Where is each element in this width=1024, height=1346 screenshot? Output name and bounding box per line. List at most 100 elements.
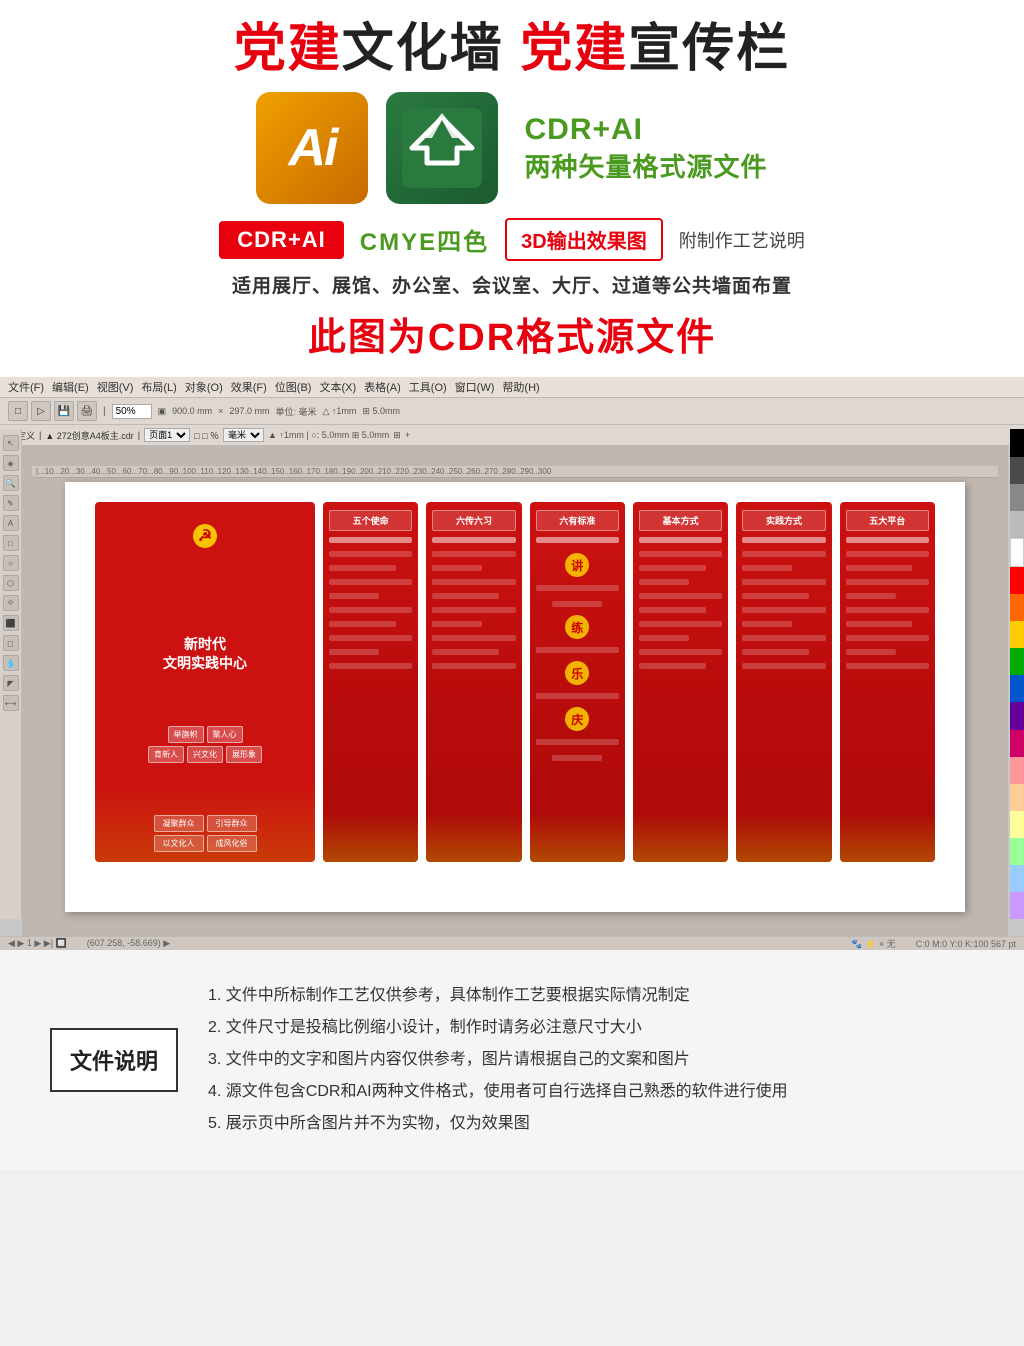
format-line1: CDR+AI (524, 113, 767, 147)
palette-black[interactable] (1010, 429, 1024, 456)
tool-blend[interactable]: ⟷ (3, 695, 19, 711)
tb-open[interactable]: ▷ (31, 401, 51, 421)
color-palette[interactable] (1010, 429, 1024, 919)
software-preview: 文件(F) 编辑(E) 视图(V) 布局(L) 对象(O) 效果(F) 位图(B… (0, 377, 1024, 950)
palette-light-green[interactable] (1010, 838, 1024, 865)
palette-purple[interactable] (1010, 702, 1024, 729)
bottom-buttons: 凝聚群众 引导群众 以文化人 成风化俗 (107, 815, 303, 852)
side-panel-1: 五个使命 (323, 502, 418, 862)
tag-craft: 附制作工艺说明 (679, 227, 805, 253)
palette-pink[interactable] (1010, 730, 1024, 757)
menu-table[interactable]: 表格(A) (364, 379, 401, 395)
tool-transparency[interactable]: ◻ (3, 635, 19, 651)
software-menubar[interactable]: 文件(F) 编辑(E) 视图(V) 布局(L) 对象(O) 效果(F) 位图(B… (0, 377, 1024, 398)
tag-cdr-ai: CDR+AI (219, 221, 344, 259)
side-panel-2: 六传六习 (426, 502, 521, 862)
tag-zhanxingxiang: 展形象 (226, 746, 262, 763)
icon-jiang: 讲 (565, 553, 589, 577)
palette-yellow[interactable] (1010, 621, 1024, 648)
menu-edit[interactable]: 编辑(E) (52, 379, 89, 395)
menu-effect[interactable]: 效果(F) (231, 379, 267, 395)
tag-juren: 聚人心 (207, 726, 243, 743)
title-mid-1: 文化墙 (342, 20, 520, 78)
panel-header-4: 基本方式 (639, 510, 722, 531)
palette-orange[interactable] (1010, 594, 1024, 621)
tag-3d: 3D输出效果图 (505, 218, 663, 261)
btn-yindao: 引导群众 (207, 815, 257, 832)
notes-section: 文件说明 1. 文件中所标制作工艺仅供参考，具体制作工艺要根据实际情况制定 2.… (0, 950, 1024, 1170)
palette-peach[interactable] (1010, 784, 1024, 811)
palette-sky[interactable] (1010, 865, 1024, 892)
status-coords: (607.258, -58.669) ▶ (87, 938, 170, 949)
tb-new[interactable]: □ (8, 401, 28, 421)
tool-eyedropper[interactable]: 💧 (3, 655, 19, 671)
palette-white[interactable] (1010, 538, 1024, 567)
menu-help[interactable]: 帮助(H) (502, 379, 539, 395)
palette-light-yellow[interactable] (1010, 811, 1024, 838)
menu-view[interactable]: 视图(V) (97, 379, 134, 395)
side-panel-5: 实践方式 (736, 502, 831, 862)
menu-bitmap[interactable]: 位图(B) (275, 379, 312, 395)
icon-qing: 庆 (565, 707, 589, 731)
main-panel-title: 新时代 文明实践中心 (163, 635, 247, 674)
tool-rect[interactable]: □ (3, 535, 19, 551)
menu-text[interactable]: 文本(X) (319, 379, 356, 395)
top-section: 党建文化墙 党建宣传栏 Ai CDR+AI 两种矢量格式源文件 CDR+AI C… (0, 0, 1024, 377)
tool-node[interactable]: ◈ (3, 455, 19, 471)
format-text: CDR+AI 两种矢量格式源文件 (524, 113, 767, 184)
tool-shadow[interactable]: ◤ (3, 675, 19, 691)
tag-yuxinren: 育新人 (148, 746, 184, 763)
big-red-text: 此图为CDR格式源文件 (40, 306, 984, 361)
title-mid-2: 宣传栏 (628, 20, 790, 78)
notes-label: 文件说明 (50, 1028, 178, 1092)
subtitle-line: 适用展厅、展馆、办公室、会议室、大厅、过道等公共墙面布置 (40, 271, 984, 298)
menu-tools[interactable]: 工具(O) (409, 379, 447, 395)
palette-green[interactable] (1010, 648, 1024, 675)
icon-lian: 练 (565, 615, 589, 639)
cdr-icon (386, 92, 498, 204)
palette-blue[interactable] (1010, 675, 1024, 702)
panel-header-6: 五大平台 (846, 510, 929, 531)
tool-freehand[interactable]: ✎ (3, 495, 19, 511)
mini-tags: 举旗帜 聚人心 (107, 726, 303, 743)
zoom-input[interactable] (112, 404, 152, 419)
tool-ellipse[interactable]: ○ (3, 555, 19, 571)
side-panel-4: 基本方式 (633, 502, 728, 862)
panel-header-5: 实践方式 (742, 510, 825, 531)
tool-smart[interactable]: ⟐ (3, 595, 19, 611)
page-dropdown[interactable]: 页面1 (144, 428, 190, 442)
palette-light-pink[interactable] (1010, 757, 1024, 784)
palette-red[interactable] (1010, 567, 1024, 594)
note-item-4: 4. 源文件包含CDR和AI两种文件格式，使用者可自行选择自己熟悉的软件进行使用 (208, 1076, 974, 1108)
menu-layout[interactable]: 布局(L) (141, 379, 176, 395)
main-design-panel: ☭ 新时代 文明实践中心 举旗帜 聚人心 (95, 502, 315, 862)
palette-gray[interactable] (1010, 484, 1024, 511)
mini-tags2: 育新人 兴文化 展形象 (107, 746, 303, 763)
tool-text[interactable]: A (3, 515, 19, 531)
tool-polygon[interactable]: ⬡ (3, 575, 19, 591)
panel-header-1: 五个使命 (329, 510, 412, 531)
tool-zoom[interactable]: 🔍 (3, 475, 19, 491)
side-panel-6: 五大平台 (840, 502, 935, 862)
note-item-1: 1. 文件中所标制作工艺仅供参考，具体制作工艺要根据实际情况制定 (208, 980, 974, 1012)
palette-dark[interactable] (1010, 457, 1024, 484)
btn-chengfeng: 成风化俗 (207, 835, 257, 852)
menu-window[interactable]: 窗口(W) (455, 379, 495, 395)
software-toolbar: □ ▷ 💾 🖨 | ▣ 900.0 mm × 297.0 mm 单位: 毫米 △… (0, 398, 1024, 425)
tb-save[interactable]: 💾 (54, 401, 74, 421)
toolbar-icons: □ ▷ 💾 🖨 (8, 401, 97, 421)
unit-dropdown[interactable]: 毫米 (223, 428, 264, 442)
party-symbol-area: ☭ (175, 522, 235, 582)
note-item-2: 2. 文件尺寸是投稿比例缩小设计，制作时请务必注意尺寸大小 (208, 1012, 974, 1044)
palette-lavender[interactable] (1010, 892, 1024, 919)
svg-text:☭: ☭ (198, 528, 212, 545)
menu-object[interactable]: 对象(O) (185, 379, 223, 395)
tb-print[interactable]: 🖨 (77, 401, 97, 421)
software-tools-sidebar: ↖ ◈ 🔍 ✎ A □ ○ ⬡ ⟐ ⬛ ◻ 💧 ◤ ⟷ (0, 429, 22, 919)
tool-fill[interactable]: ⬛ (3, 615, 19, 631)
palette-light-gray[interactable] (1010, 511, 1024, 538)
menu-file[interactable]: 文件(F) (8, 379, 44, 395)
software-statusbar: ◀ ▶ 1 ▶ ▶| 🔲 (607.258, -58.669) ▶ 🐾 ⚡ × … (0, 936, 1024, 950)
tool-select[interactable]: ↖ (3, 435, 19, 451)
btn-row1: 凝聚群众 引导群众 (107, 815, 303, 832)
